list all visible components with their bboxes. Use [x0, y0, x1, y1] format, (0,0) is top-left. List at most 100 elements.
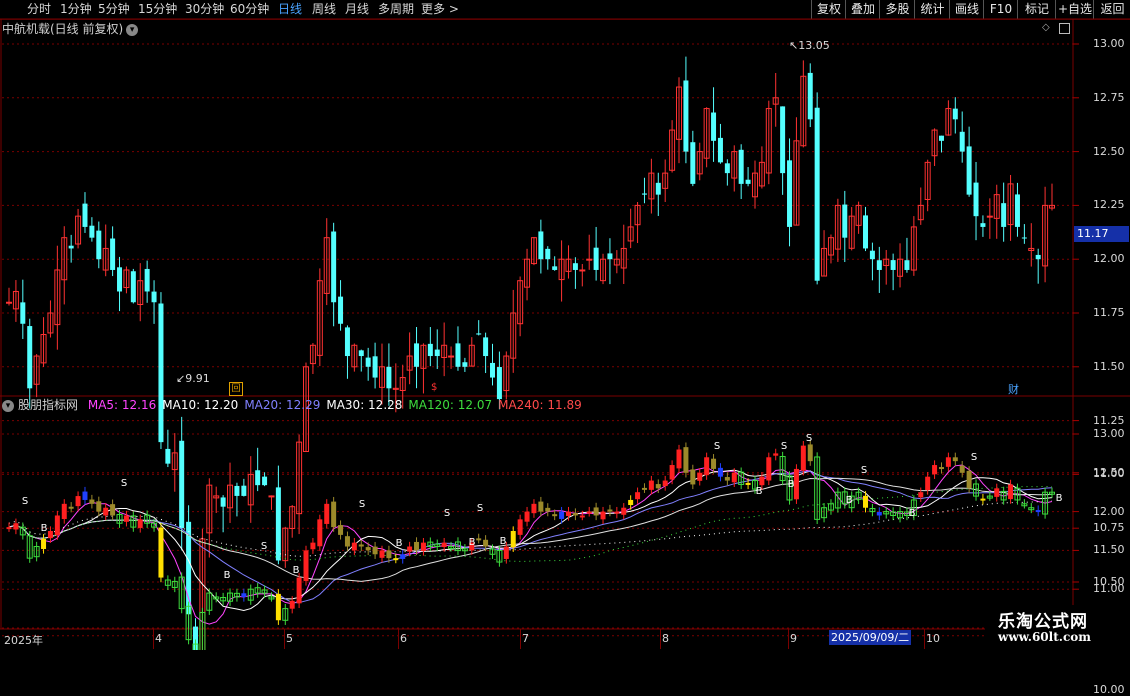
indicator-bar	[1035, 510, 1041, 513]
kline-chart[interactable]	[0, 0, 1130, 650]
candle-down	[655, 182, 661, 195]
candle-down	[476, 333, 482, 335]
candle-down	[89, 225, 95, 238]
date-divider	[660, 629, 661, 649]
indicator-bar	[68, 506, 74, 509]
candle-down	[455, 343, 461, 367]
price-axis-tick: 12.50	[1093, 144, 1125, 158]
date-month-label: 4	[155, 632, 162, 645]
candle-down	[82, 203, 88, 227]
candle-down	[869, 250, 875, 260]
indicator-bar	[683, 447, 689, 473]
candle-down	[365, 357, 371, 367]
candle-down	[151, 291, 157, 303]
indicator-bar	[407, 546, 413, 552]
indicator-axis-tick: 12.50	[1093, 465, 1125, 479]
price-axis-tick: 10.75	[1093, 521, 1125, 535]
indicator-bar	[759, 476, 765, 486]
indicator-bar	[538, 501, 544, 512]
indicator-bar	[41, 538, 47, 549]
indicator-bar	[6, 527, 12, 530]
indicator-bar	[517, 519, 523, 535]
ma-label-5: MA240: 11.89	[498, 398, 582, 412]
indicator-bar	[925, 476, 931, 491]
indicator-bar	[766, 457, 772, 481]
buy-signal: B	[787, 479, 795, 490]
indicator-bar	[690, 469, 696, 485]
price-axis-tick: 11.50	[1093, 359, 1125, 373]
event-marker-hui[interactable]: 回	[229, 382, 243, 396]
price-axis-tick: 11.75	[1093, 306, 1125, 319]
sell-signal: S	[805, 433, 813, 444]
candle-down	[952, 108, 958, 120]
price-axis-tick: 12.25	[1093, 198, 1125, 212]
candle-up	[6, 301, 12, 304]
date-month-label: 5	[286, 632, 293, 645]
candle-down	[255, 470, 261, 486]
candle-down	[275, 487, 281, 561]
candle-down	[427, 343, 433, 357]
indicator-bar	[711, 458, 717, 469]
date-month-label: 10	[926, 632, 940, 645]
high-price-label: ↖13.05	[789, 39, 830, 52]
indicator-bar	[351, 542, 357, 551]
date-month-label: 7	[522, 632, 529, 645]
candle-down	[593, 247, 599, 270]
candle-down	[483, 337, 489, 357]
sell-signal: S	[476, 503, 484, 514]
candle-down	[807, 72, 813, 120]
indicator-bar	[863, 495, 869, 508]
indicator-bar	[932, 465, 938, 475]
candle-down	[1035, 254, 1041, 260]
date-divider	[398, 629, 399, 649]
selected-date-badge: 2025/09/09/二	[829, 630, 912, 645]
indicator-title-bar: ▾ 股朋指标网 MA5: 12.16 MA10: 12.20 MA20: 12.29 M…	[2, 398, 594, 413]
candle-down	[27, 326, 33, 389]
indicator-bar	[773, 453, 779, 456]
indicator-bar	[96, 501, 102, 512]
indicator-bar	[324, 503, 330, 524]
candle-down	[68, 245, 74, 249]
candle-down	[130, 271, 136, 303]
candle-down	[331, 231, 337, 303]
candle-down	[745, 179, 751, 184]
date-month-label: 9	[790, 632, 797, 645]
candle-down	[117, 267, 123, 292]
candle-down	[690, 142, 696, 184]
indicator-bar	[338, 525, 344, 535]
candle-up	[586, 258, 593, 261]
indicator-bar	[75, 496, 81, 507]
indicator-bar	[303, 550, 309, 581]
indicator-bar	[137, 519, 143, 528]
candle-down	[496, 367, 502, 400]
indicator-bar	[289, 600, 295, 609]
chevron-down-icon[interactable]: ▾	[2, 399, 14, 412]
candle-down	[938, 135, 944, 141]
candle-down	[959, 131, 965, 152]
low-price-value: 9.91	[185, 372, 210, 385]
price-axis-tick: 11.25	[1093, 413, 1125, 427]
indicator-axis-tick: 13.00	[1093, 427, 1125, 440]
date-divider	[520, 629, 521, 649]
indicator-bar	[600, 511, 606, 520]
date-year-label: 2025年	[4, 634, 43, 647]
candle-up	[579, 269, 586, 272]
event-marker-cai[interactable]: 财	[1008, 381, 1019, 397]
ma120-line	[8, 486, 1052, 562]
sell-signal: S	[21, 496, 29, 507]
candle-down	[538, 231, 544, 260]
indicator-bar	[400, 554, 406, 559]
indicator-bar	[103, 507, 109, 516]
candle-down	[863, 215, 869, 249]
sell-signal: S	[260, 541, 268, 552]
date-divider	[924, 629, 925, 649]
candle-down	[545, 248, 551, 260]
indicator-bar	[876, 511, 882, 516]
buy-signal: B	[908, 508, 916, 519]
indicator-bar	[697, 472, 703, 481]
low-price-label: ↙9.91	[176, 372, 210, 385]
indicator-bar	[938, 467, 944, 470]
candle-down	[220, 497, 226, 507]
indicator-bar	[966, 470, 972, 489]
event-marker-dividend-icon[interactable]: $	[431, 382, 437, 393]
